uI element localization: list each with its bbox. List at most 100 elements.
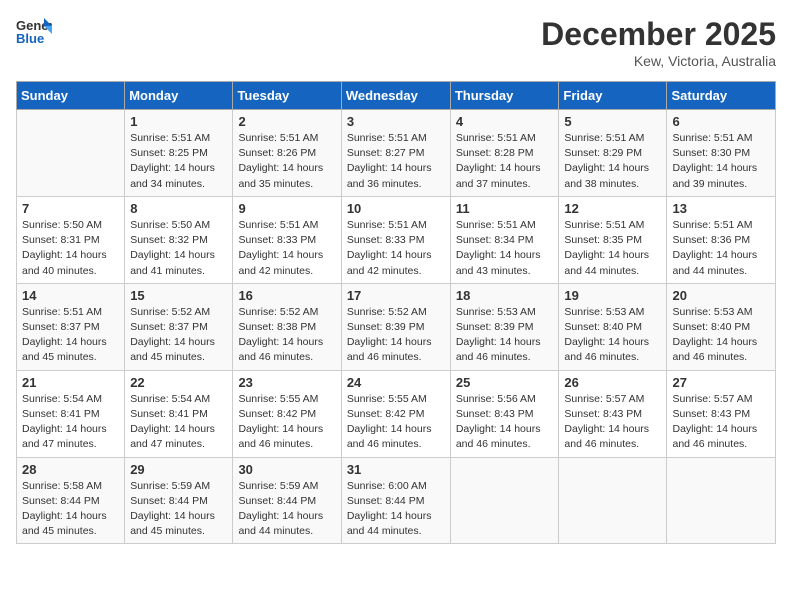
day-number: 29: [130, 462, 227, 477]
day-info: Sunrise: 5:57 AM Sunset: 8:43 PM Dayligh…: [564, 392, 661, 453]
calendar-cell: 2 Sunrise: 5:51 AM Sunset: 8:26 PM Daylig…: [233, 110, 341, 197]
day-info: Sunrise: 5:51 AM Sunset: 8:26 PM Dayligh…: [238, 131, 335, 192]
day-number: 21: [22, 375, 119, 390]
weekday-header-monday: Monday: [125, 82, 233, 110]
day-info: Sunrise: 5:55 AM Sunset: 8:42 PM Dayligh…: [347, 392, 445, 453]
calendar-cell: 1Sunrise: 5:51 AM Sunset: 8:25 PM Daylig…: [125, 110, 233, 197]
calendar-cell: 11Sunrise: 5:51 AM Sunset: 8:34 PM Dayli…: [450, 196, 559, 283]
day-info: Sunrise: 5:59 AM Sunset: 8:44 PM Dayligh…: [130, 479, 227, 540]
calendar-cell: [559, 457, 667, 544]
day-info: Sunrise: 5:51 AM Sunset: 8:34 PM Dayligh…: [456, 218, 554, 279]
calendar-cell: 17 Sunrise: 5:52 AM Sunset: 8:39 PM Dayli…: [341, 283, 450, 370]
week-row-5: 28 Sunrise: 5:58 AM Sunset: 8:44 PM Dayli…: [17, 457, 776, 544]
day-info: Sunrise: 5:53 AM Sunset: 8:40 PM Dayligh…: [672, 305, 770, 366]
weekday-header-saturday: Saturday: [667, 82, 776, 110]
day-info: Sunrise: 5:51 AM Sunset: 8:35 PM Dayligh…: [564, 218, 661, 279]
day-number: 25: [456, 375, 554, 390]
day-number: 7: [22, 201, 119, 216]
day-info: Sunrise: 5:56 AM Sunset: 8:43 PM Dayligh…: [456, 392, 554, 453]
day-number: 28: [22, 462, 119, 477]
day-info: Sunrise: 5:51 AM Sunset: 8:33 PM Dayligh…: [238, 218, 335, 279]
day-info: Sunrise: 5:55 AM Sunset: 8:42 PM Dayligh…: [238, 392, 335, 453]
day-number: 6: [672, 114, 770, 129]
calendar-cell: 27 Sunrise: 5:57 AM Sunset: 8:43 PM Dayli…: [667, 370, 776, 457]
calendar-cell: 18 Sunrise: 5:53 AM Sunset: 8:39 PM Dayli…: [450, 283, 559, 370]
calendar-cell: 7 Sunrise: 5:50 AM Sunset: 8:31 PM Daylig…: [17, 196, 125, 283]
day-info: Sunrise: 5:51 AM Sunset: 8:37 PM Dayligh…: [22, 305, 119, 366]
day-info: Sunrise: 5:51 AM Sunset: 8:29 PM Dayligh…: [564, 131, 661, 192]
week-row-4: 21 Sunrise: 5:54 AM Sunset: 8:41 PM Dayli…: [17, 370, 776, 457]
calendar-cell: 16Sunrise: 5:52 AM Sunset: 8:38 PM Dayli…: [233, 283, 341, 370]
week-row-2: 7 Sunrise: 5:50 AM Sunset: 8:31 PM Daylig…: [17, 196, 776, 283]
calendar-cell: 21 Sunrise: 5:54 AM Sunset: 8:41 PM Dayli…: [17, 370, 125, 457]
calendar-cell: 8Sunrise: 5:50 AM Sunset: 8:32 PM Daylig…: [125, 196, 233, 283]
calendar-cell: 19 Sunrise: 5:53 AM Sunset: 8:40 PM Dayli…: [559, 283, 667, 370]
calendar-cell: 25 Sunrise: 5:56 AM Sunset: 8:43 PM Dayli…: [450, 370, 559, 457]
logo: General Blue: [16, 16, 54, 46]
calendar-cell: 28 Sunrise: 5:58 AM Sunset: 8:44 PM Dayli…: [17, 457, 125, 544]
calendar-cell: 13Sunrise: 5:51 AM Sunset: 8:36 PM Dayli…: [667, 196, 776, 283]
calendar-cell: 15 Sunrise: 5:52 AM Sunset: 8:37 PM Dayli…: [125, 283, 233, 370]
calendar-cell: 12 Sunrise: 5:51 AM Sunset: 8:35 PM Dayli…: [559, 196, 667, 283]
day-number: 4: [456, 114, 554, 129]
calendar-cell: 30Sunrise: 5:59 AM Sunset: 8:44 PM Dayli…: [233, 457, 341, 544]
day-info: Sunrise: 5:53 AM Sunset: 8:39 PM Dayligh…: [456, 305, 554, 366]
weekday-header-friday: Friday: [559, 82, 667, 110]
day-info: Sunrise: 5:52 AM Sunset: 8:37 PM Dayligh…: [130, 305, 227, 366]
day-info: Sunrise: 5:52 AM Sunset: 8:39 PM Dayligh…: [347, 305, 445, 366]
calendar-table: SundayMondayTuesdayWednesdayThursdayFrid…: [16, 81, 776, 544]
day-number: 27: [672, 375, 770, 390]
day-number: 19: [564, 288, 661, 303]
calendar-cell: [17, 110, 125, 197]
day-info: Sunrise: 5:58 AM Sunset: 8:44 PM Dayligh…: [22, 479, 119, 540]
day-number: 30: [238, 462, 335, 477]
day-info: Sunrise: 5:51 AM Sunset: 8:25 PM Dayligh…: [130, 131, 227, 192]
calendar-cell: 24Sunrise: 5:55 AM Sunset: 8:42 PM Dayli…: [341, 370, 450, 457]
weekday-header-sunday: Sunday: [17, 82, 125, 110]
day-number: 20: [672, 288, 770, 303]
day-info: Sunrise: 5:50 AM Sunset: 8:31 PM Dayligh…: [22, 218, 119, 279]
day-info: Sunrise: 5:53 AM Sunset: 8:40 PM Dayligh…: [564, 305, 661, 366]
calendar-cell: 31Sunrise: 6:00 AM Sunset: 8:44 PM Dayli…: [341, 457, 450, 544]
calendar-cell: 10Sunrise: 5:51 AM Sunset: 8:33 PM Dayli…: [341, 196, 450, 283]
day-info: Sunrise: 5:50 AM Sunset: 8:32 PM Dayligh…: [130, 218, 227, 279]
calendar-cell: 3Sunrise: 5:51 AM Sunset: 8:27 PM Daylig…: [341, 110, 450, 197]
calendar-cell: 5 Sunrise: 5:51 AM Sunset: 8:29 PM Daylig…: [559, 110, 667, 197]
day-number: 31: [347, 462, 445, 477]
logo-icon: General Blue: [16, 16, 52, 46]
day-info: Sunrise: 5:51 AM Sunset: 8:33 PM Dayligh…: [347, 218, 445, 279]
day-number: 16: [238, 288, 335, 303]
calendar-subtitle: Kew, Victoria, Australia: [541, 53, 776, 69]
day-number: 12: [564, 201, 661, 216]
calendar-cell: 29 Sunrise: 5:59 AM Sunset: 8:44 PM Dayli…: [125, 457, 233, 544]
day-info: Sunrise: 5:54 AM Sunset: 8:41 PM Dayligh…: [130, 392, 227, 453]
title-section: December 2025 Kew, Victoria, Australia: [541, 16, 776, 69]
day-info: Sunrise: 5:57 AM Sunset: 8:43 PM Dayligh…: [672, 392, 770, 453]
day-number: 2: [238, 114, 335, 129]
weekday-header-tuesday: Tuesday: [233, 82, 341, 110]
day-number: 26: [564, 375, 661, 390]
svg-text:Blue: Blue: [16, 31, 44, 46]
calendar-cell: 26 Sunrise: 5:57 AM Sunset: 8:43 PM Dayli…: [559, 370, 667, 457]
weekday-header-thursday: Thursday: [450, 82, 559, 110]
day-number: 17: [347, 288, 445, 303]
day-number: 23: [238, 375, 335, 390]
day-number: 14: [22, 288, 119, 303]
day-info: Sunrise: 5:51 AM Sunset: 8:30 PM Dayligh…: [672, 131, 770, 192]
day-number: 5: [564, 114, 661, 129]
calendar-cell: 6 Sunrise: 5:51 AM Sunset: 8:30 PM Daylig…: [667, 110, 776, 197]
calendar-cell: 9 Sunrise: 5:51 AM Sunset: 8:33 PM Daylig…: [233, 196, 341, 283]
weekday-header-row: SundayMondayTuesdayWednesdayThursdayFrid…: [17, 82, 776, 110]
day-info: Sunrise: 5:54 AM Sunset: 8:41 PM Dayligh…: [22, 392, 119, 453]
page-header: General Blue December 2025 Kew, Victoria…: [16, 16, 776, 69]
day-number: 9: [238, 201, 335, 216]
day-number: 18: [456, 288, 554, 303]
day-number: 22: [130, 375, 227, 390]
weekday-header-wednesday: Wednesday: [341, 82, 450, 110]
calendar-cell: 23 Sunrise: 5:55 AM Sunset: 8:42 PM Dayli…: [233, 370, 341, 457]
week-row-3: 14 Sunrise: 5:51 AM Sunset: 8:37 PM Dayli…: [17, 283, 776, 370]
day-number: 15: [130, 288, 227, 303]
day-info: Sunrise: 5:51 AM Sunset: 8:27 PM Dayligh…: [347, 131, 445, 192]
week-row-1: 1Sunrise: 5:51 AM Sunset: 8:25 PM Daylig…: [17, 110, 776, 197]
day-info: Sunrise: 5:51 AM Sunset: 8:28 PM Dayligh…: [456, 131, 554, 192]
